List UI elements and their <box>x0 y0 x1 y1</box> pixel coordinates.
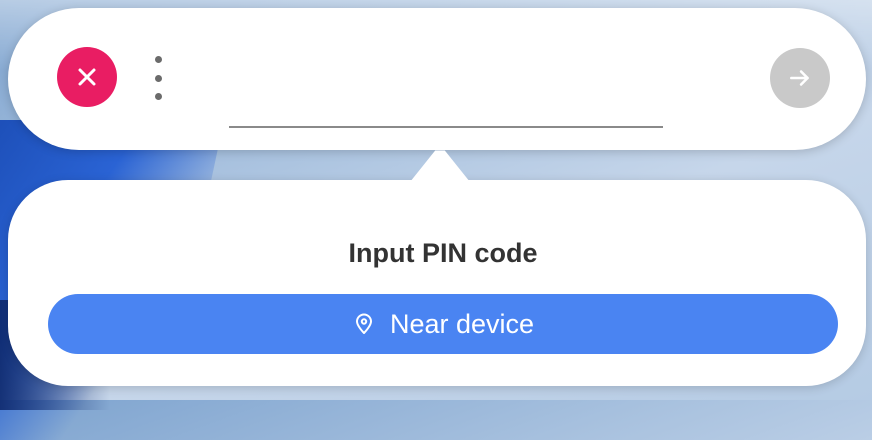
pin-panel <box>8 180 866 386</box>
near-device-button[interactable]: Near device <box>48 294 838 354</box>
panel-title: Input PIN code <box>348 238 538 268</box>
more-options-button[interactable] <box>146 56 170 100</box>
close-icon <box>78 68 96 86</box>
near-device-label: Near device <box>389 308 535 339</box>
more-dot <box>154 74 162 82</box>
location-pin-icon <box>355 313 372 334</box>
more-dot <box>154 56 162 63</box>
submit-button[interactable] <box>770 48 830 108</box>
close-button[interactable] <box>57 47 117 107</box>
more-dot <box>154 93 162 100</box>
pin-code-input[interactable] <box>229 60 663 128</box>
arrow-right-icon <box>790 70 809 86</box>
